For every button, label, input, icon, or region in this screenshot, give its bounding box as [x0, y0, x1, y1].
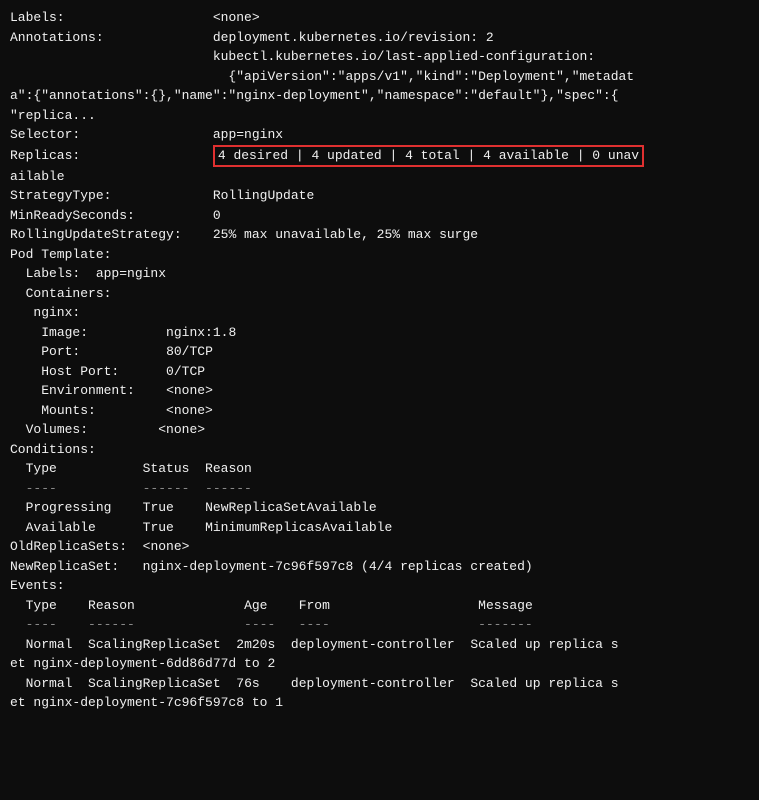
- containers-line: Containers:: [10, 284, 749, 304]
- cond-progressing-status: True: [143, 500, 174, 515]
- labels-line: Labels: <none>: [10, 8, 749, 28]
- hostport-line: Host Port: 0/TCP: [10, 362, 749, 382]
- events-label: Events:: [10, 578, 65, 593]
- minready-value: 0: [213, 208, 221, 223]
- containers-label: Containers:: [26, 286, 112, 301]
- evt-header-line: Type Reason Age From Message: [10, 596, 749, 616]
- newreplica-line: NewReplicaSet: nginx-deployment-7c96f597…: [10, 557, 749, 577]
- mounts-line: Mounts: <none>: [10, 401, 749, 421]
- mounts-label: Mounts:: [41, 403, 96, 418]
- volumes-line: Volumes: <none>: [10, 420, 749, 440]
- strategy-label: StrategyType:: [10, 188, 213, 203]
- evt-separator: ---- ------ ---- ---- -------: [26, 617, 533, 632]
- cond-separator: ---- ------ ------: [26, 481, 252, 496]
- evt-reason-header: Reason: [88, 598, 135, 613]
- cond-progressing-type: Progressing: [26, 500, 112, 515]
- cond-available-type: Available: [26, 520, 96, 535]
- nginx-line: nginx:: [10, 303, 749, 323]
- minready-line: MinReadySeconds: 0: [10, 206, 749, 226]
- image-label: Image:: [41, 325, 88, 340]
- pod-template-label: Pod Template:: [10, 247, 111, 262]
- annotations-line-2: kubectl.kubernetes.io/last-applied-confi…: [10, 47, 749, 67]
- oldreplica-value: <none>: [143, 539, 190, 554]
- cond-header-line: Type Status Reason: [10, 459, 749, 479]
- hostport-label: Host Port:: [41, 364, 119, 379]
- env-line: Environment: <none>: [10, 381, 749, 401]
- evt1-type: Normal: [26, 637, 73, 652]
- labels-value: <none>: [213, 10, 260, 25]
- minready-label: MinReadySeconds:: [10, 208, 213, 223]
- env-label: Environment:: [41, 383, 135, 398]
- rolling-line: RollingUpdateStrategy: 25% max unavailab…: [10, 225, 749, 245]
- replicas-line: Replicas: 4 desired | 4 updated | 4 tota…: [10, 145, 749, 167]
- evt-type-header: Type: [26, 598, 57, 613]
- env-value: <none>: [166, 383, 213, 398]
- annotations-line-1: Annotations: deployment.kubernetes.io/re…: [10, 28, 749, 48]
- evt2-reason: ScalingReplicaSet: [88, 676, 221, 691]
- evt1-reason: ScalingReplicaSet: [88, 637, 221, 652]
- oldreplica-label: OldReplicaSets:: [10, 539, 127, 554]
- evt2-message: Scaled up replica s: [470, 676, 618, 691]
- image-value: nginx:1.8: [166, 325, 236, 340]
- conditions-line: Conditions:: [10, 440, 749, 460]
- annotations-value-1: deployment.kubernetes.io/revision: 2: [213, 30, 494, 45]
- cond-available-reason: MinimumReplicasAvailable: [205, 520, 392, 535]
- evt1-line: Normal ScalingReplicaSet 2m20s deploymen…: [10, 635, 749, 655]
- port-value: 80/TCP: [166, 344, 213, 359]
- events-line: Events:: [10, 576, 749, 596]
- evt2-type: Normal: [26, 676, 73, 691]
- nginx-label: nginx:: [33, 305, 80, 320]
- evt1-cont-line: et nginx-deployment-6dd86d77d to 2: [10, 654, 749, 674]
- cond-type-header: Type Status Reason: [26, 461, 252, 476]
- strategy-line: StrategyType: RollingUpdate: [10, 186, 749, 206]
- cond-sep-line: ---- ------ ------: [10, 479, 749, 499]
- selector-value: app=nginx: [213, 127, 283, 142]
- replicas-value: 4 desired | 4 updated | 4 total | 4 avai…: [213, 145, 644, 167]
- evt-from-header: From: [299, 598, 330, 613]
- port-line: Port: 80/TCP: [10, 342, 749, 362]
- evt2-cont-line: et nginx-deployment-7c96f597c8 to 1: [10, 693, 749, 713]
- cond-progressing-reason: NewReplicaSetAvailable: [205, 500, 377, 515]
- replicas-cont-line: ailable: [10, 167, 749, 187]
- cond-progressing-line: Progressing True NewReplicaSetAvailable: [10, 498, 749, 518]
- replicas-label: Replicas:: [10, 148, 213, 163]
- hostport-value: 0/TCP: [166, 364, 205, 379]
- oldreplica-line: OldReplicaSets: <none>: [10, 537, 749, 557]
- evt-sep-line: ---- ------ ---- ---- -------: [10, 615, 749, 635]
- strategy-value: RollingUpdate: [213, 188, 314, 203]
- cond-available-line: Available True MinimumReplicasAvailable: [10, 518, 749, 538]
- newreplica-value: nginx-deployment-7c96f597c8 (4/4 replica…: [143, 559, 533, 574]
- annotations-line-3: {"apiVersion":"apps/v1","kind":"Deployme…: [10, 67, 749, 87]
- annotations-label: Annotations:: [10, 30, 213, 45]
- evt2-from: deployment-controller: [291, 676, 455, 691]
- mounts-value: <none>: [166, 403, 213, 418]
- rolling-label: RollingUpdateStrategy:: [10, 227, 213, 242]
- evt2-line: Normal ScalingReplicaSet 76s deployment-…: [10, 674, 749, 694]
- volumes-label: Volumes:: [26, 422, 88, 437]
- newreplica-label: NewReplicaSet:: [10, 559, 119, 574]
- port-label: Port:: [41, 344, 80, 359]
- pod-labels-label: Labels:: [26, 266, 81, 281]
- evt1-from: deployment-controller: [291, 637, 455, 652]
- evt1-message: Scaled up replica s: [470, 637, 618, 652]
- pod-labels-line: Labels: app=nginx: [10, 264, 749, 284]
- volumes-value: <none>: [158, 422, 205, 437]
- selector-label: Selector:: [10, 127, 213, 142]
- pod-template-line: Pod Template:: [10, 245, 749, 265]
- rolling-value: 25% max unavailable, 25% max surge: [213, 227, 478, 242]
- annotations-line-5: "replica...: [10, 106, 749, 126]
- annotations-line-4: a":{"annotations":{},"name":"nginx-deplo…: [10, 86, 749, 106]
- evt-age-header: Age: [244, 598, 267, 613]
- conditions-label: Conditions:: [10, 442, 96, 457]
- evt2-age: 76s: [236, 676, 259, 691]
- evt1-age: 2m20s: [236, 637, 275, 652]
- image-line: Image: nginx:1.8: [10, 323, 749, 343]
- labels-label: Labels:: [10, 10, 213, 25]
- cond-available-status: True: [143, 520, 174, 535]
- evt-message-header: Message: [478, 598, 533, 613]
- pod-labels-value: app=nginx: [96, 266, 166, 281]
- terminal-output: Labels: <none> Annotations: deployment.k…: [0, 0, 759, 721]
- selector-line: Selector: app=nginx: [10, 125, 749, 145]
